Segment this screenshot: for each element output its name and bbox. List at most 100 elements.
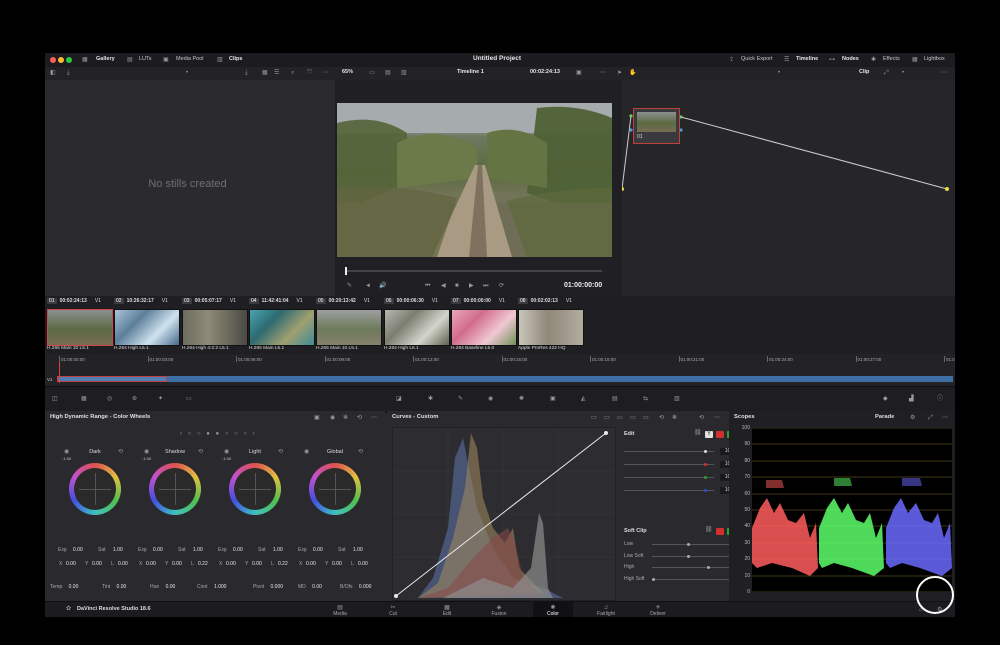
hdr-icon[interactable]: ⊕ xyxy=(132,395,137,403)
skip-forward-icon[interactable]: ⏭ xyxy=(483,282,488,290)
wheel-l-value[interactable]: 0.00 xyxy=(358,561,368,567)
slider-knob[interactable] xyxy=(687,554,690,558)
minimize-window-button[interactable] xyxy=(58,57,64,63)
gallery-tab[interactable]: Gallery xyxy=(96,56,115,62)
wheel-picker-icon[interactable]: ◉ xyxy=(224,448,229,456)
scope-more-icon[interactable]: ⋯ xyxy=(942,414,948,422)
wheel-exp-value[interactable]: 0.00 xyxy=(153,547,163,553)
clip-thumbnail[interactable] xyxy=(249,309,315,346)
rgb-mixer-icon[interactable]: ✦ xyxy=(158,395,163,403)
edit-channel-slider[interactable] xyxy=(624,489,714,492)
qualifier-icon[interactable]: ✎ xyxy=(458,395,463,403)
adjust-value[interactable]: 0.00 xyxy=(312,584,322,590)
edit-channel-slider[interactable] xyxy=(624,463,714,466)
slider-knob[interactable] xyxy=(704,450,707,453)
tracker-icon[interactable]: ✺ xyxy=(519,395,524,403)
slider-knob[interactable] xyxy=(704,476,707,479)
timeline-tab[interactable]: Timeline xyxy=(796,56,818,62)
slider-knob[interactable] xyxy=(704,489,707,492)
wheel-sat-value[interactable]: 1.00 xyxy=(193,547,203,553)
pen-tool-icon[interactable]: ✎ xyxy=(347,282,352,290)
effects-tab[interactable]: Effects xyxy=(883,56,900,62)
slider-knob[interactable] xyxy=(704,463,707,466)
wheel-x-value[interactable]: 0.00 xyxy=(306,561,316,567)
node-view-icon[interactable]: ⤢ xyxy=(884,69,889,77)
clip-thumbnail[interactable] xyxy=(384,309,450,346)
adjust-value[interactable]: 0.00 xyxy=(166,584,176,590)
wheel-mode-icon[interactable]: ✻ xyxy=(343,414,348,422)
clip-thumbnail[interactable] xyxy=(518,309,584,346)
sizing-icon[interactable]: ⇆ xyxy=(643,395,648,403)
clip-thumbnail[interactable] xyxy=(47,309,113,346)
info-icon[interactable]: ⓘ xyxy=(937,395,943,403)
page-tab-cut[interactable]: ✂ Cut xyxy=(373,605,413,617)
adjust-value[interactable]: 0.00 xyxy=(69,584,79,590)
media-pool-tab[interactable]: Media Pool xyxy=(176,56,204,62)
close-window-button[interactable] xyxy=(50,57,56,63)
y-channel-button[interactable]: Y xyxy=(705,431,713,438)
link-icon[interactable]: ⛓ xyxy=(705,526,713,534)
hdr-options-icon[interactable]: ▣ xyxy=(314,414,320,422)
soft-r-button[interactable] xyxy=(716,528,724,535)
timeline-clip-selected[interactable] xyxy=(57,376,167,382)
wheel-exp-value[interactable]: 0.00 xyxy=(233,547,243,553)
play-icon[interactable]: ▶ xyxy=(469,282,474,290)
color-match-icon[interactable]: ▦ xyxy=(81,395,87,403)
timeline-playhead[interactable] xyxy=(59,359,60,383)
sidebar-toggle-icon[interactable]: ◧ xyxy=(50,69,56,77)
wheel-reset-icon[interactable]: ⟲ xyxy=(278,448,283,456)
slider-knob[interactable] xyxy=(707,566,710,569)
scope-settings-icon[interactable]: ⚙ xyxy=(910,414,915,422)
loop-icon[interactable]: ⟳ xyxy=(499,282,504,290)
lightbox-tab[interactable]: Lightbox xyxy=(924,56,945,62)
adjust-value[interactable]: 1.000 xyxy=(214,584,227,590)
wheel-ring[interactable] xyxy=(309,463,361,515)
fit-icon[interactable]: ⤧ xyxy=(307,69,312,77)
node-01[interactable]: 01 xyxy=(633,108,680,144)
page-tab-fairlight[interactable]: ♫ Fairlight xyxy=(586,605,626,617)
import-still-icon[interactable]: ⤓ xyxy=(67,69,70,77)
wheel-exp-value[interactable]: 0.00 xyxy=(313,547,323,553)
wheel-y-value[interactable]: 0.00 xyxy=(92,561,102,567)
curve-mode-icon[interactable]: ▭ xyxy=(630,414,636,422)
wheel-ring[interactable] xyxy=(149,463,201,515)
camera-raw-icon[interactable]: ◫ xyxy=(52,395,58,403)
curve-mode-icon[interactable]: ▭ xyxy=(617,414,623,422)
more-options-icon[interactable]: ⋯ xyxy=(323,69,329,77)
curve-view-icon[interactable]: ▭ xyxy=(591,414,597,422)
curve-options-icon[interactable]: ✻ xyxy=(672,414,677,422)
wheel-y-value[interactable]: 0.00 xyxy=(252,561,262,567)
viewer-mode-icon[interactable]: ▭ xyxy=(369,69,375,77)
edit-channel-slider[interactable] xyxy=(624,476,714,479)
panel-options-icon[interactable]: ⋯ xyxy=(371,414,377,422)
wheel-reset-icon[interactable]: ⟲ xyxy=(358,448,363,456)
reset-all-icon[interactable]: ⟲ xyxy=(357,414,362,422)
timeline-dropdown[interactable]: Timeline 1 xyxy=(457,69,484,75)
wheel-ring[interactable] xyxy=(229,463,281,515)
pointer-icon[interactable]: ➤ xyxy=(617,69,622,77)
key-icon[interactable]: ▤ xyxy=(612,395,618,403)
adjust-value[interactable]: 0.000 xyxy=(359,584,372,590)
stop-icon[interactable]: ■ xyxy=(455,282,459,290)
grab-still-icon[interactable]: ⤓ xyxy=(245,69,248,77)
page-tab-edit[interactable]: ▦ Edit xyxy=(427,605,467,617)
motion-effects-icon[interactable]: ▭ xyxy=(186,395,192,403)
clip-thumbnail[interactable] xyxy=(182,309,248,346)
clip-thumbnail[interactable] xyxy=(451,309,517,346)
wheel-sat-value[interactable]: 1.00 xyxy=(273,547,283,553)
adjust-value[interactable]: 0.000 xyxy=(271,584,284,590)
wheel-l-value[interactable]: 0.00 xyxy=(118,561,128,567)
page-tab-color[interactable]: ✺ Color xyxy=(533,602,573,617)
wheel-crosshair[interactable] xyxy=(79,473,111,505)
clips-tab[interactable]: Clips xyxy=(229,56,242,62)
skip-back-icon[interactable]: ⏮ xyxy=(425,282,430,290)
slider-knob[interactable] xyxy=(687,543,690,546)
wipe-icon[interactable]: ▥ xyxy=(401,69,407,77)
curve-reset-icon[interactable]: ⟲ xyxy=(659,414,664,422)
wheel-sat-value[interactable]: 1.00 xyxy=(113,547,123,553)
curve-more-icon[interactable]: ⋯ xyxy=(714,414,720,422)
page-tab-deliver[interactable]: ✈ Deliver xyxy=(638,605,678,617)
viewer-options-icon[interactable]: ⋯ xyxy=(600,69,606,77)
wheel-reset-icon[interactable]: ⟲ xyxy=(198,448,203,456)
curve-mode-icon[interactable]: ▭ xyxy=(604,414,610,422)
